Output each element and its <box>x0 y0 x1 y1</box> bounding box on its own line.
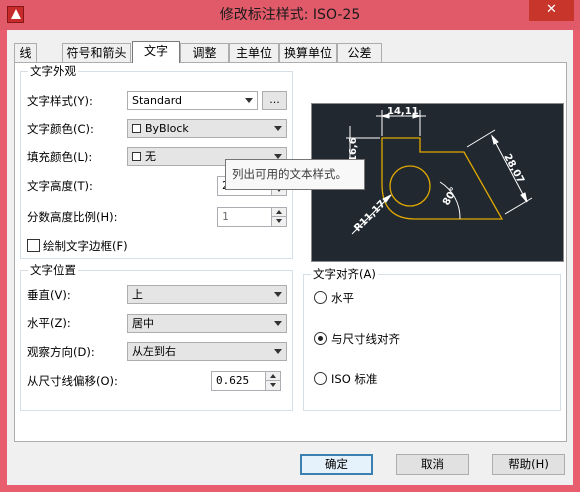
fill-color-value: 无 <box>145 150 156 163</box>
spin-down-icon[interactable] <box>265 381 280 390</box>
fraction-scale-spinner[interactable]: 1 <box>217 207 287 227</box>
dim-right-label: 28,07 <box>501 152 526 185</box>
cancel-button[interactable]: 取消 <box>396 454 469 475</box>
horizontal-label: 水平(Z): <box>27 316 71 330</box>
dialog-client-area: 线 符号和箭头 文字 调整 主单位 换算单位 公差 文字外观 文字样式(Y): … <box>7 30 573 485</box>
align-with-dimline-radio[interactable] <box>314 332 327 345</box>
vertical-label: 垂直(V): <box>27 288 71 302</box>
text-color-value: ByBlock <box>145 122 189 135</box>
vertical-value: 上 <box>132 288 143 301</box>
window-title: 修改标注样式: ISO-25 <box>219 7 361 23</box>
text-style-select[interactable]: Standard <box>127 91 258 110</box>
tab-symbols-arrows[interactable]: 符号和箭头 <box>62 43 131 62</box>
dim-radius-label: R11,17 <box>352 199 388 235</box>
text-color-select[interactable]: ByBlock <box>127 119 287 138</box>
text-appearance-title: 文字外观 <box>28 64 78 78</box>
view-direction-select[interactable]: 从左到右 <box>127 342 287 361</box>
text-placement-title: 文字位置 <box>28 263 78 277</box>
align-with-dimline-label: 与尺寸线对齐 <box>331 332 400 346</box>
offset-spinner[interactable]: 0.625 <box>211 371 281 391</box>
dim-angle-label: 80° <box>441 186 460 208</box>
text-alignment-title: 文字对齐(A) <box>311 267 378 281</box>
text-height-label: 文字高度(T): <box>27 179 93 193</box>
align-horizontal-radio[interactable] <box>314 291 327 304</box>
text-style-value: Standard <box>132 94 183 107</box>
tab-alternate-units[interactable]: 换算单位 <box>279 43 337 62</box>
spin-up-icon[interactable] <box>265 372 280 381</box>
color-swatch-icon <box>132 124 141 133</box>
spin-up-icon[interactable] <box>271 208 286 217</box>
text-style-tooltip: 列出可用的文本样式。 <box>225 159 365 190</box>
chevron-down-icon <box>274 292 282 297</box>
horizontal-select[interactable]: 居中 <box>127 314 287 333</box>
text-placement-group: 文字位置 垂直(V): 上 水平(Z): 居中 观察方向(D): 从左到右 从尺… <box>20 263 293 411</box>
align-iso-radio[interactable] <box>314 372 327 385</box>
tab-lines[interactable]: 线 <box>14 43 37 62</box>
text-style-label: 文字样式(Y): <box>27 94 93 108</box>
chevron-down-icon <box>245 98 253 103</box>
vertical-select[interactable]: 上 <box>127 285 287 304</box>
chevron-down-icon <box>274 126 282 131</box>
fill-color-label: 填充颜色(L): <box>27 150 93 164</box>
dialog-window: 修改标注样式: ISO-25 ✕ 线 符号和箭头 文字 调整 主单位 换算单位 … <box>0 0 580 492</box>
align-horizontal-label: 水平 <box>331 291 354 305</box>
draw-frame-checkbox[interactable] <box>27 239 40 252</box>
text-alignment-group: 文字对齐(A) 水平 与尺寸线对齐 ISO 标准 <box>303 267 561 411</box>
fraction-scale-label: 分数高度比例(H): <box>27 210 118 224</box>
help-button[interactable]: 帮助(H) <box>492 454 565 475</box>
tab-primary-units[interactable]: 主单位 <box>229 43 279 62</box>
chevron-down-icon <box>274 349 282 354</box>
chevron-down-icon <box>274 321 282 326</box>
text-tab-panel: 文字外观 文字样式(Y): Standard ... 文字颜色(C): ByBl… <box>14 62 567 442</box>
tab-text[interactable]: 文字 <box>132 41 180 63</box>
part-hole <box>389 165 431 207</box>
ok-button[interactable]: 确定 <box>300 454 373 475</box>
draw-frame-label: 绘制文字边框(F) <box>43 239 128 253</box>
fraction-scale-value: 1 <box>222 210 229 223</box>
offset-label: 从尺寸线偏移(O): <box>27 374 118 388</box>
offset-value: 0.625 <box>216 374 250 387</box>
part-outline <box>381 137 504 220</box>
tab-fit[interactable]: 调整 <box>180 43 229 62</box>
preview-geometry <box>381 137 504 220</box>
close-button[interactable]: ✕ <box>529 0 574 21</box>
text-style-browse-button[interactable]: ... <box>262 91 287 110</box>
tab-tolerances[interactable]: 公差 <box>337 43 382 62</box>
text-color-label: 文字颜色(C): <box>27 122 94 136</box>
title-bar[interactable]: 修改标注样式: ISO-25 ✕ <box>0 0 580 30</box>
align-iso-label: ISO 标准 <box>331 372 378 386</box>
view-direction-label: 观察方向(D): <box>27 345 95 359</box>
dim-top-label: 14,11 <box>387 106 419 117</box>
color-swatch-icon <box>132 152 141 161</box>
view-direction-value: 从左到右 <box>132 345 176 358</box>
spin-down-icon[interactable] <box>271 217 286 226</box>
horizontal-value: 居中 <box>132 317 154 330</box>
